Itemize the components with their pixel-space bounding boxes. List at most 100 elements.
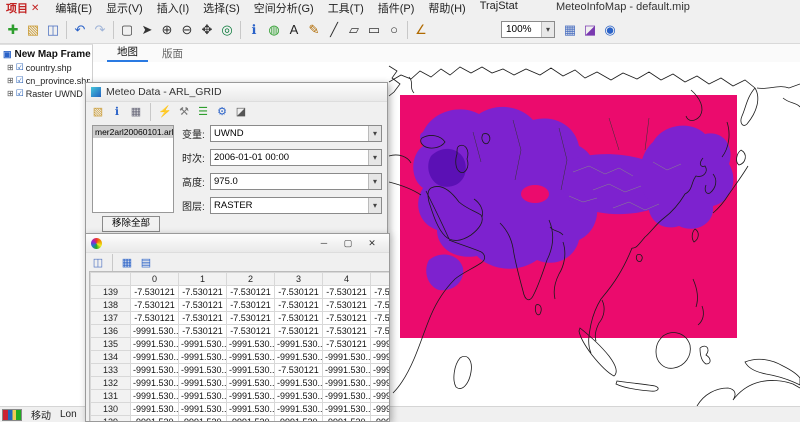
table-cell[interactable]: -9991.530... <box>322 389 371 403</box>
table-cell[interactable]: -7.530121 <box>274 324 323 338</box>
table-cell[interactable]: -7.530121 <box>322 324 371 338</box>
row-header[interactable]: 139 <box>90 285 131 299</box>
table-cell[interactable]: -9991.530... <box>178 376 227 390</box>
data-file-item[interactable]: mer2arl20060101.arl <box>93 126 173 138</box>
table-cell[interactable]: -9991.530... <box>274 389 323 403</box>
table-cell[interactable]: -9991.530... <box>370 337 389 351</box>
table-cell[interactable]: -7.530121 <box>178 298 227 312</box>
table-cell[interactable]: -9991.530... <box>226 389 275 403</box>
globe-icon[interactable]: ◍ <box>264 20 284 40</box>
table-cell[interactable]: -7.530121 <box>226 311 275 325</box>
table-cell[interactable]: -9991.530... <box>322 363 371 377</box>
table-cell[interactable]: -7.530121 <box>322 311 371 325</box>
table-cell[interactable]: -7.530121 <box>370 285 389 299</box>
table-cell[interactable]: -9991.530... <box>226 350 275 364</box>
menu-item[interactable]: 编辑(E) <box>48 0 99 16</box>
table-cell[interactable]: -9991.530... <box>274 415 323 421</box>
grid-alt-icon[interactable]: ▤ <box>138 255 154 271</box>
table-cell[interactable]: -9991.530... <box>130 363 179 377</box>
table-cell[interactable]: -9991.530... <box>130 376 179 390</box>
table-cell[interactable]: -9991.530... <box>226 363 275 377</box>
row-header[interactable]: 135 <box>90 337 131 351</box>
help-info-icon[interactable]: ◉ <box>600 20 620 40</box>
chart-icon[interactable]: ◪ <box>580 20 600 40</box>
layers-list-icon[interactable]: ☰ <box>195 104 211 120</box>
table-cell[interactable]: -7.530121 <box>178 324 227 338</box>
redo-icon[interactable]: ↷ <box>90 20 110 40</box>
row-header[interactable]: 137 <box>90 311 131 325</box>
row-header[interactable]: 136 <box>90 324 131 338</box>
column-header[interactable]: 4 <box>322 272 371 286</box>
identify-icon[interactable]: ℹ <box>244 20 264 40</box>
table-cell[interactable]: -9991.530... <box>130 350 179 364</box>
circle-icon[interactable]: ○ <box>384 20 404 40</box>
table-cell[interactable]: -7.530121 <box>322 298 371 312</box>
table-cell[interactable]: -9991.530... <box>226 337 275 351</box>
meteo-dialog-titlebar[interactable]: Meteo Data - ARL_GRID <box>86 83 387 102</box>
table-cell[interactable]: -7.530121 <box>130 298 179 312</box>
label-icon[interactable]: A <box>284 20 304 40</box>
table-cell[interactable]: -7.530121 <box>274 298 323 312</box>
layer-item[interactable]: ⊞ ☑ country.shp <box>0 61 92 74</box>
data-info-icon[interactable]: ℹ <box>109 104 125 120</box>
row-header[interactable]: 133 <box>90 363 131 377</box>
row-header[interactable]: 131 <box>90 389 131 403</box>
attribute-table-icon[interactable]: ▦ <box>560 20 580 40</box>
settings-icon[interactable]: ⚒ <box>176 104 192 120</box>
table-cell[interactable]: -9991.530... <box>178 350 227 364</box>
table-cell[interactable]: -9991.530... <box>130 324 179 338</box>
layer-item[interactable]: ⊞☑Raster UWND 975.0 2... <box>0 87 92 100</box>
table-cell[interactable]: -7.530121 <box>178 311 227 325</box>
close-button[interactable]: ✕ <box>360 235 384 252</box>
time-combobox[interactable]: 2006-01-01 00:00 ▾ <box>210 149 382 166</box>
table-cell[interactable]: -9991.530... <box>130 337 179 351</box>
expand-icon[interactable]: ⊞ <box>7 89 14 98</box>
level-combobox[interactable]: 975.0 ▾ <box>210 173 382 190</box>
table-cell[interactable]: -9991.530... <box>274 402 323 416</box>
layer-type-combobox[interactable]: RASTER ▾ <box>210 197 382 214</box>
grid-view-icon[interactable]: ▦ <box>119 255 135 271</box>
row-header[interactable]: 138 <box>90 298 131 312</box>
table-cell[interactable]: -9991.530... <box>130 402 179 416</box>
table-cell[interactable]: -9991.530... <box>370 389 389 403</box>
table-cell[interactable]: -7.530121 <box>370 311 389 325</box>
table-cell[interactable]: -7.530121 <box>226 324 275 338</box>
table-cell[interactable]: -9991.530... <box>370 363 389 377</box>
polygon-icon[interactable]: ▱ <box>344 20 364 40</box>
zoom-in-icon[interactable]: ⊕ <box>157 20 177 40</box>
map-frame-node[interactable]: ▣ New Map Frame <box>0 48 92 61</box>
options-icon[interactable]: ⚙ <box>214 104 230 120</box>
full-extent-icon[interactable]: ◎ <box>217 20 237 40</box>
chevron-down-icon[interactable]: ▾ <box>368 126 381 141</box>
layer-checkbox[interactable]: ☑ <box>16 75 24 86</box>
column-header[interactable]: 5 <box>370 272 389 286</box>
table-cell[interactable]: -7.530121 <box>370 298 389 312</box>
table-cell[interactable]: -9991.530... <box>322 376 371 390</box>
menu-item[interactable]: 帮助(H) <box>421 0 472 16</box>
table-cell[interactable]: -7.530121 <box>322 285 371 299</box>
pan-icon[interactable]: ✥ <box>197 20 217 40</box>
table-cell[interactable]: -9991.530... <box>178 389 227 403</box>
rectangle-icon[interactable]: ▭ <box>364 20 384 40</box>
stats-chart-icon[interactable]: ◪ <box>233 104 249 120</box>
open-file-icon[interactable]: ▧ <box>23 20 43 40</box>
table-cell[interactable]: -9991.530... <box>178 402 227 416</box>
menu-item[interactable]: 空间分析(G) <box>247 0 321 16</box>
menu-item[interactable]: 工具(T) <box>321 0 371 16</box>
column-header[interactable]: 1 <box>178 272 227 286</box>
measure-icon[interactable]: ∠ <box>411 20 431 40</box>
remove-all-button[interactable]: 移除全部 <box>102 216 160 232</box>
row-header[interactable]: 130 <box>90 402 131 416</box>
column-header[interactable]: 3 <box>274 272 323 286</box>
zoom-level-combobox[interactable]: 100% ▾ <box>501 21 555 38</box>
row-header[interactable]: 129 <box>90 415 131 421</box>
meteo-file-list[interactable]: mer2arl20060101.arl <box>92 125 174 213</box>
menu-item[interactable]: 显示(V) <box>99 0 150 16</box>
chevron-down-icon[interactable]: ▾ <box>368 198 381 213</box>
table-cell[interactable]: -9991.530... <box>130 389 179 403</box>
project-panel-tab[interactable]: 项目 <box>0 0 31 16</box>
table-cell[interactable]: -9991.530... <box>274 337 323 351</box>
zoom-out-icon[interactable]: ⊖ <box>177 20 197 40</box>
layer-checkbox[interactable]: ☑ <box>16 62 24 73</box>
row-header[interactable]: 132 <box>90 376 131 390</box>
